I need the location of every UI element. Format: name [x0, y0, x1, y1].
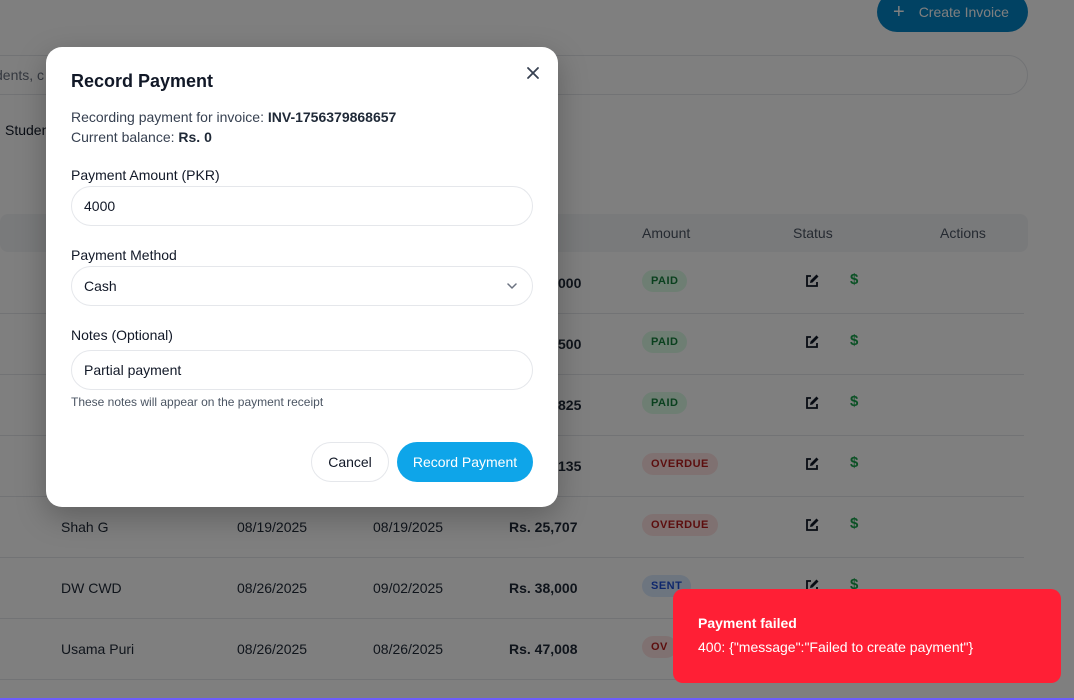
- record-payment-dialog: Record Payment Recording payment for inv…: [46, 47, 558, 507]
- close-icon[interactable]: [524, 64, 542, 82]
- record-payment-button[interactable]: Record Payment: [397, 442, 533, 482]
- invoice-info-label: Recording payment for invoice:: [71, 109, 268, 125]
- method-label: Payment Method: [71, 247, 177, 263]
- amount-input[interactable]: [71, 186, 533, 226]
- cancel-button[interactable]: Cancel: [311, 442, 389, 482]
- chevron-down-icon: [507, 283, 517, 289]
- amount-label: Payment Amount (PKR): [71, 167, 220, 183]
- payment-method-select[interactable]: Cash: [71, 266, 533, 306]
- error-toast[interactable]: Payment failed 400: {"message":"Failed t…: [673, 589, 1061, 683]
- notes-input[interactable]: [71, 350, 533, 390]
- balance-info: Current balance: Rs. 0: [71, 129, 212, 145]
- toast-message: 400: {"message":"Failed to create paymen…: [698, 639, 974, 655]
- balance-value: Rs. 0: [178, 129, 212, 145]
- dialog-title: Record Payment: [71, 71, 214, 91]
- notes-label: Notes (Optional): [71, 327, 173, 343]
- payment-method-value: Cash: [84, 278, 117, 294]
- toast-title: Payment failed: [698, 615, 797, 631]
- invoice-info: Recording payment for invoice: INV-17563…: [71, 109, 396, 125]
- invoice-number: INV-1756379868657: [267, 109, 397, 125]
- balance-label: Current balance:: [71, 129, 179, 145]
- notes-hint: These notes will appear on the payment r…: [71, 395, 324, 409]
